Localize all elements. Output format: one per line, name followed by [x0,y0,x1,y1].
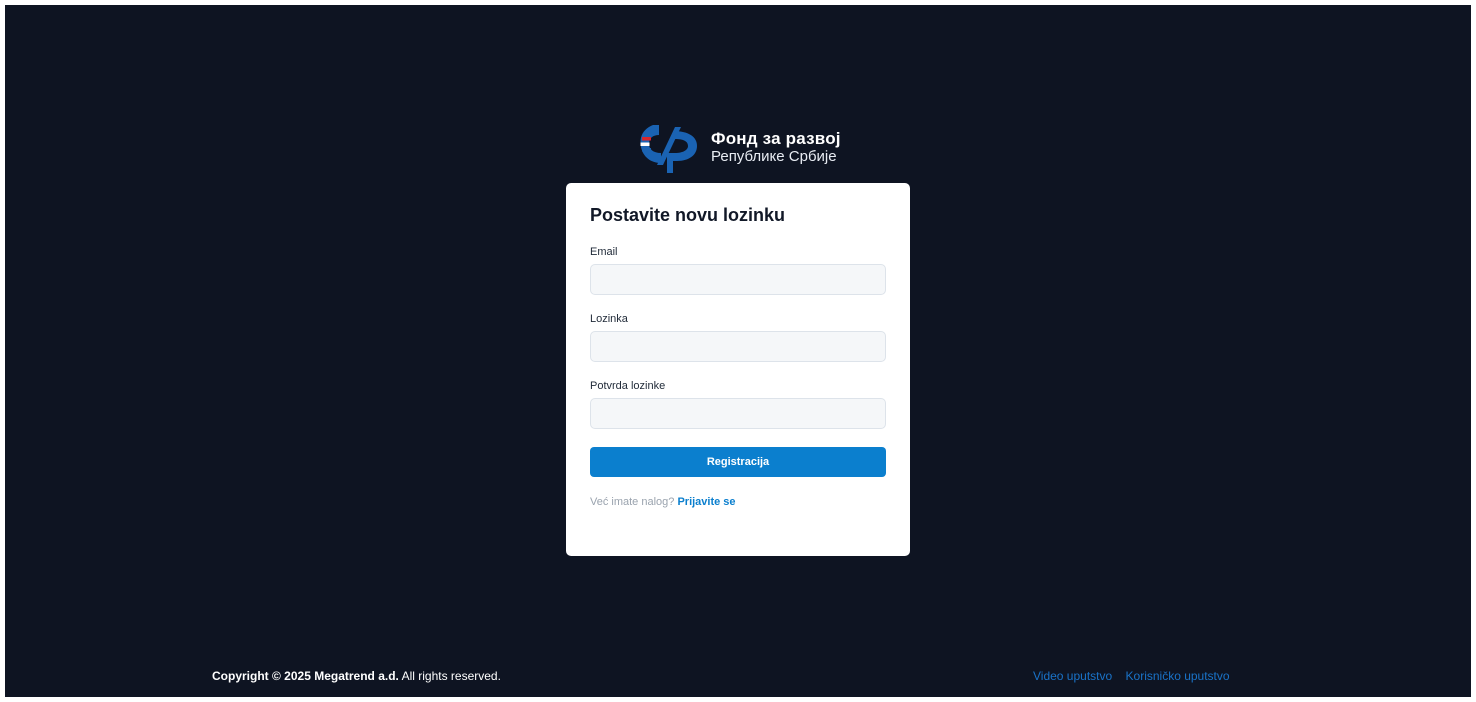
email-label: Email [590,246,618,258]
confirm-password-group: Potvrda lozinke [590,380,886,429]
reset-password-card: Postavite novu lozinku Email Lozinka Pot… [566,183,910,556]
register-button[interactable]: Registracija [590,447,886,477]
copyright-bold: Copyright © 2025 Megatrend a.d. [212,669,399,683]
copyright-rest: All rights reserved. [398,669,501,683]
email-field[interactable] [590,264,886,295]
brand-name-line1: Фонд за развој [711,128,841,148]
footer-copyright: Copyright © 2025 Megatrend a.d. All righ… [212,669,501,683]
brand-name-line2: Републике Србије [711,148,837,166]
password-group: Lozinka [590,313,886,362]
page-title: Postavite novu lozinku [590,205,786,225]
login-screen: Фонд за развој Републике Србије Postavit… [5,5,1471,697]
login-link[interactable]: Prijavite se [677,496,735,508]
confirm-password-label: Potvrda lozinke [590,380,666,392]
login-prompt-row: Već imate nalog? Prijavite se [590,496,886,508]
fond-logo-icon [640,125,697,173]
footer-link-user-guide[interactable]: Korisničko uputstvo [1126,669,1230,683]
brand-text: Фонд за развој Републике Србије [711,129,841,166]
footer-links: Video uputstvo Korisničko uputstvo [1033,669,1240,683]
password-label: Lozinka [590,313,628,325]
footer-link-video-guide[interactable]: Video uputstvo [1033,669,1112,683]
confirm-password-field[interactable] [590,398,886,429]
password-field[interactable] [590,331,886,362]
brand-logo: Фонд за развој Републике Србије [637,115,841,179]
email-group: Email [590,246,886,295]
login-prompt-text: Već imate nalog? [590,496,675,508]
